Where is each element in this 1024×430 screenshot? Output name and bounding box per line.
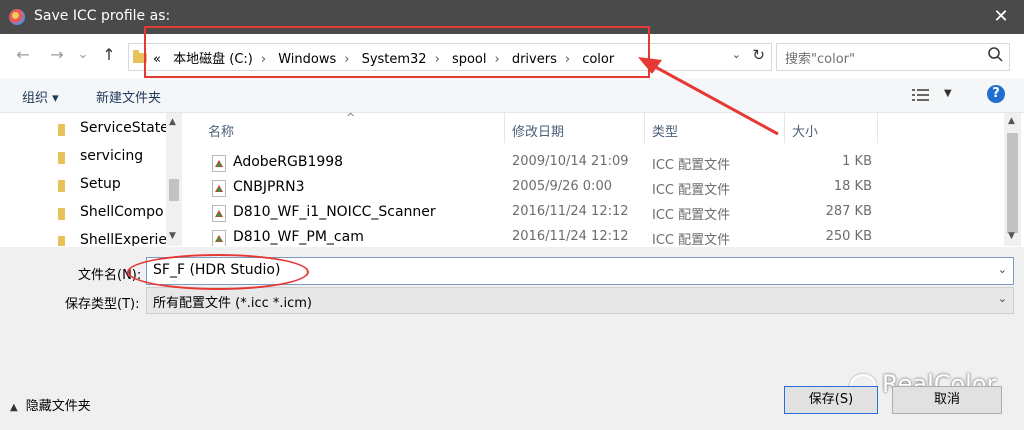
annotation-rectangle	[144, 26, 650, 78]
refresh-icon[interactable]: ↻	[752, 46, 765, 64]
hide-folders-toggle[interactable]: ▲ 隐藏文件夹	[10, 395, 91, 414]
folder-icon	[58, 208, 65, 220]
folder-icon	[58, 180, 65, 192]
tree-item-label: Setup	[80, 176, 121, 192]
tree-item[interactable]: ShellExperie	[58, 228, 178, 246]
file-size: 250 KB	[825, 229, 872, 244]
column-header-name[interactable]: 名称	[208, 121, 234, 140]
file-name: D810_WF_i1_NOICC_Scanner	[233, 204, 436, 220]
file-type: ICC 配置文件	[652, 183, 731, 198]
scroll-up-icon[interactable]: ▲	[1008, 116, 1015, 126]
file-type: ICC 配置文件	[652, 208, 731, 223]
column-divider[interactable]	[784, 113, 785, 143]
file-name: CNBJPRN3	[233, 179, 305, 195]
help-icon[interactable]: ?	[987, 85, 1005, 103]
tree-item-label: ServiceState	[80, 120, 169, 136]
file-name: D810_WF_PM_cam	[233, 229, 364, 245]
icc-file-icon	[212, 155, 226, 172]
annotation-ellipse	[127, 254, 309, 290]
column-divider[interactable]	[644, 113, 645, 143]
navigation-pane-scrollbar[interactable]: ▲ ▼	[166, 113, 182, 246]
tree-item-label: servicing	[80, 148, 144, 164]
file-date: 2009/10/14 21:09	[512, 154, 629, 169]
icc-file-icon	[212, 180, 226, 197]
file-row[interactable]: D810_WF_i1_NOICC_Scanner 2016/11/24 12:1…	[184, 201, 884, 226]
scroll-up-icon[interactable]: ▲	[169, 117, 176, 127]
view-options-icon[interactable]	[912, 88, 930, 102]
search-placeholder: 搜索"color"	[785, 52, 855, 67]
hide-folders-label: 隐藏文件夹	[25, 399, 91, 414]
column-divider[interactable]	[504, 113, 505, 143]
organize-button[interactable]: 组织 ▾	[22, 87, 59, 106]
filetype-dropdown-icon[interactable]: ⌄	[998, 292, 1007, 305]
close-icon[interactable]: ✕	[988, 4, 1014, 30]
tree-item[interactable]: Setup	[58, 172, 178, 196]
scroll-down-icon[interactable]: ▼	[169, 231, 176, 241]
folder-icon	[58, 236, 65, 246]
file-name: AdobeRGB1998	[233, 154, 344, 170]
app-icon	[9, 9, 25, 25]
file-row[interactable]: D810_WF_PM_cam 2016/11/24 12:12 ICC 配置文件…	[184, 226, 884, 246]
view-dropdown-icon[interactable]: ▼	[944, 88, 952, 99]
filetype-label: 保存类型(T):	[65, 297, 140, 312]
tree-item-label: ShellCompo	[80, 204, 164, 220]
back-arrow-icon[interactable]: ←	[12, 45, 34, 65]
tree-item[interactable]: ShellCompo	[58, 200, 178, 224]
search-input[interactable]: 搜索"color"	[776, 43, 1010, 71]
file-date: 2016/11/24 12:12	[512, 229, 629, 244]
address-dropdown-icon[interactable]: ⌄	[732, 48, 741, 61]
file-row[interactable]: CNBJPRN3 2005/9/26 0:00 ICC 配置文件 18 KB	[184, 176, 884, 201]
file-list-scrollbar[interactable]: ▲ ▼	[1004, 113, 1021, 246]
recent-locations-chevron-icon[interactable]: ⌄	[72, 45, 94, 65]
sort-ascending-icon: ^	[346, 113, 356, 124]
icc-file-icon	[212, 230, 226, 246]
column-divider[interactable]	[877, 113, 878, 143]
up-arrow-icon[interactable]: ↑	[98, 45, 120, 65]
forward-arrow-icon[interactable]: →	[46, 45, 68, 65]
scrollbar-thumb[interactable]	[1007, 133, 1018, 233]
file-size: 287 KB	[825, 204, 872, 219]
tree-item[interactable]: servicing	[58, 144, 178, 168]
collapse-caret-icon: ▲	[10, 402, 18, 413]
filename-dropdown-icon[interactable]: ⌄	[998, 263, 1007, 276]
cancel-button[interactable]: 取消	[892, 386, 1002, 414]
save-button[interactable]: 保存(S)	[784, 386, 878, 414]
filetype-select[interactable]: 所有配置文件 (*.icc *.icm) ⌄	[146, 287, 1014, 314]
file-size: 1 KB	[842, 154, 872, 169]
file-size: 18 KB	[833, 179, 872, 194]
filetype-value: 所有配置文件 (*.icc *.icm)	[153, 296, 313, 311]
icc-file-icon	[212, 205, 226, 222]
navigation-pane: ServiceState servicing Setup ShellCompo …	[0, 113, 182, 246]
column-header-type[interactable]: 类型	[652, 121, 678, 140]
tree-item-label: ShellExperie	[80, 232, 168, 246]
window-title: Save ICC profile as:	[34, 8, 171, 24]
folder-icon	[58, 124, 65, 136]
scrollbar-thumb[interactable]	[169, 179, 179, 201]
scroll-down-icon[interactable]: ▼	[1008, 231, 1015, 241]
column-header-date[interactable]: 修改日期	[512, 121, 564, 140]
file-row[interactable]: AdobeRGB1998 2009/10/14 21:09 ICC 配置文件 1…	[184, 151, 884, 176]
file-type: ICC 配置文件	[652, 233, 731, 246]
tree-item[interactable]: ServiceState	[58, 116, 178, 140]
command-toolbar: 组织 ▾ 新建文件夹 ▼ ?	[0, 78, 1024, 113]
file-list: ^ 名称 修改日期 类型 大小 AdobeRGB1998 2009/10/14 …	[184, 113, 1004, 246]
folder-icon	[58, 152, 65, 164]
file-date: 2016/11/24 12:12	[512, 204, 629, 219]
file-date: 2005/9/26 0:00	[512, 179, 612, 194]
search-icon	[987, 46, 1003, 68]
file-type: ICC 配置文件	[652, 158, 731, 173]
column-header-size[interactable]: 大小	[792, 121, 818, 140]
new-folder-button[interactable]: 新建文件夹	[96, 87, 161, 106]
